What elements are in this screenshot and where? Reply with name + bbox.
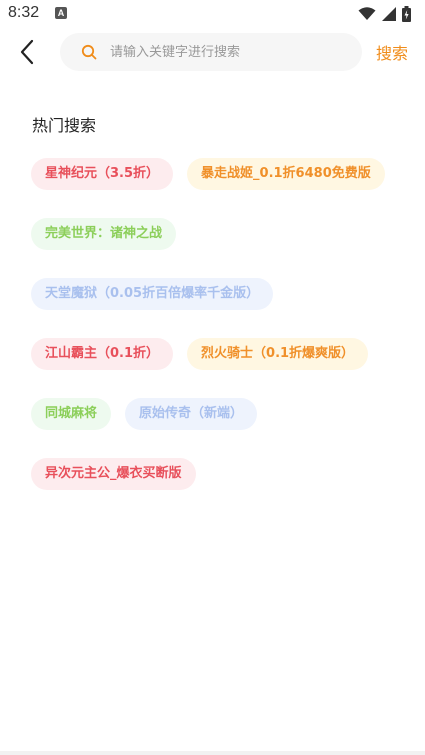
back-button[interactable] [12,34,42,70]
hot-search-tag[interactable]: 完美世界：诸神之战 [31,218,177,250]
hot-search-tag[interactable]: 星神纪元（3.5折） [31,158,174,190]
gesture-bar [0,751,425,755]
search-icon [80,43,98,61]
signal-icon [382,7,396,21]
hot-search-tags: 星神纪元（3.5折） 暴走战姬_0.1折6480免费版 完美世界：诸神之战 天堂… [31,158,401,490]
hot-search-tag[interactable]: 烈火骑士（0.1折爆爽版） [187,338,369,370]
hot-search-tag[interactable]: 暴走战姬_0.1折6480免费版 [187,158,385,190]
search-box[interactable] [60,33,362,71]
status-bar: 8:32 A [0,0,425,28]
hot-search-title: 热门搜索 [32,116,97,135]
status-time: 8:32 [8,4,40,21]
hot-search-tag[interactable]: 异次元主公_爆衣买断版 [31,458,196,490]
hot-search-tag[interactable]: 天堂魔狱（0.05折百倍爆率千金版） [31,278,274,310]
search-header: 搜索 [0,30,425,74]
hot-search-tag[interactable]: 原始传奇（新端） [125,398,258,430]
hot-search-tag[interactable]: 同城麻将 [31,398,112,430]
search-button[interactable]: 搜索 [376,40,408,64]
battery-icon [402,6,411,22]
chevron-left-icon [20,39,34,65]
search-input[interactable] [108,43,352,61]
wifi-icon [358,7,376,20]
status-indicators [358,5,411,23]
hot-search-tag[interactable]: 江山霸主（0.1折） [31,338,174,370]
notification-a-icon: A [55,7,67,19]
